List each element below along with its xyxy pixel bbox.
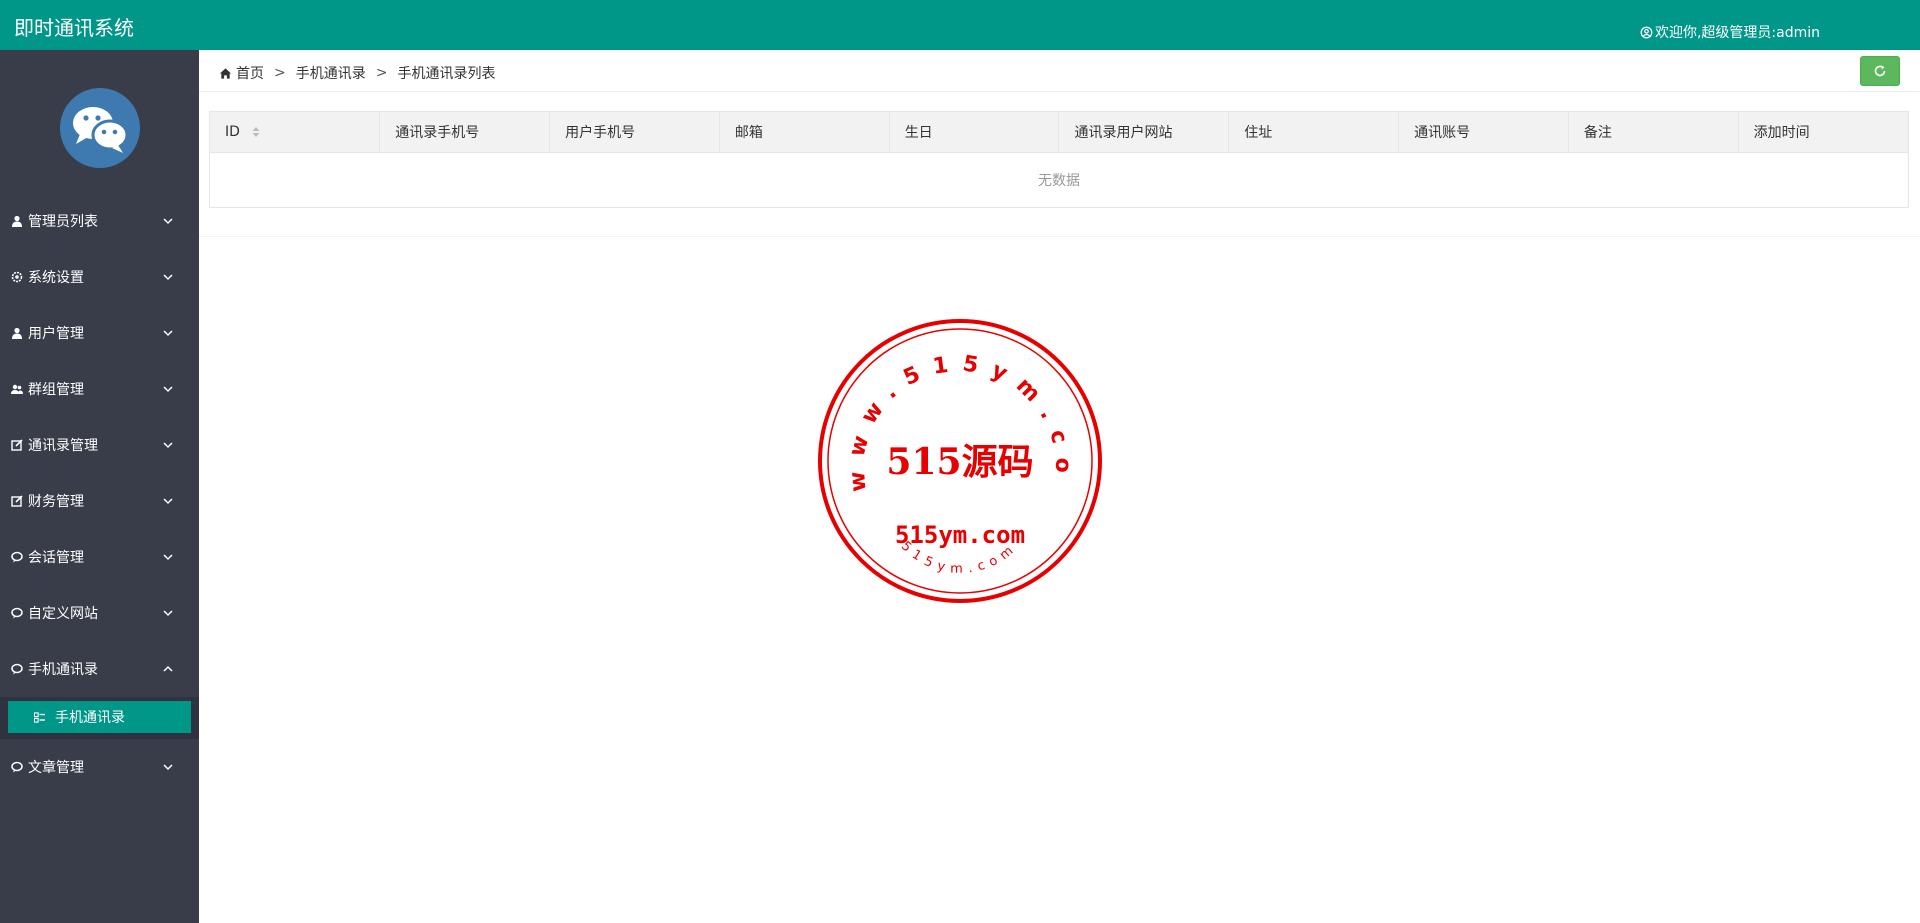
table-empty-row: 无数据 bbox=[210, 152, 1908, 207]
column-header-label: ID bbox=[225, 123, 240, 140]
sidebar-item-label: 会话管理 bbox=[28, 550, 84, 566]
chat-icon bbox=[10, 760, 24, 774]
sidebar-item-label: 群组管理 bbox=[28, 382, 84, 398]
sidebar-item-label: 财务管理 bbox=[28, 494, 84, 510]
sidebar: 管理员列表 系统设置 用户管理 群组管理 通讯录管理 财务管理 会话管理 自定义… bbox=[0, 50, 199, 923]
sidebar-nav: 管理员列表 系统设置 用户管理 群组管理 通讯录管理 财务管理 会话管理 自定义… bbox=[0, 193, 199, 795]
column-header-contact-phone: 通讯录手机号 bbox=[379, 112, 551, 153]
column-header-birthday: 生日 bbox=[889, 112, 1060, 153]
refresh-icon bbox=[1874, 65, 1886, 77]
sidebar-item-label: 通讯录管理 bbox=[28, 438, 98, 454]
breadcrumb-separator: > bbox=[375, 65, 388, 81]
column-header-id[interactable]: ID bbox=[210, 112, 381, 153]
column-header-remark: 备注 bbox=[1568, 112, 1739, 153]
watermark-center-text: 515源码 bbox=[886, 441, 1033, 483]
divider bbox=[199, 236, 1920, 237]
home-icon bbox=[219, 67, 232, 79]
contacts-table: ID 通讯录手机号 用户手机号 邮箱 生日 通讯录用户网站 住址 通讯账号 备注… bbox=[209, 111, 1909, 208]
user-icon bbox=[10, 326, 24, 340]
chevron-up-icon bbox=[163, 665, 173, 672]
welcome-user[interactable]: 欢迎你,超级管理员:admin bbox=[1640, 22, 1820, 42]
edit-icon bbox=[10, 494, 24, 508]
user-circle-icon bbox=[1640, 26, 1653, 38]
chat-icon bbox=[10, 662, 24, 676]
gear-icon bbox=[10, 270, 24, 284]
column-header-email: 邮箱 bbox=[719, 112, 890, 153]
sidebar-item-label: 用户管理 bbox=[28, 326, 84, 342]
sidebar-subitem-label: 手机通讯录 bbox=[55, 710, 125, 726]
sidebar-item-label: 自定义网站 bbox=[28, 606, 98, 622]
chevron-down-icon bbox=[163, 218, 173, 225]
chat-bubbles-icon bbox=[73, 107, 129, 153]
sidebar-subnav: 手机通讯录 bbox=[0, 697, 199, 739]
table-header-row: ID 通讯录手机号 用户手机号 邮箱 生日 通讯录用户网站 住址 通讯账号 备注… bbox=[210, 112, 1908, 153]
column-header-user-phone: 用户手机号 bbox=[549, 112, 720, 153]
users-icon bbox=[10, 382, 24, 396]
sidebar-item-user-management[interactable]: 用户管理 bbox=[0, 305, 199, 361]
app-title: 即时通讯系统 bbox=[14, 16, 134, 40]
sidebar-item-article-management[interactable]: 文章管理 bbox=[0, 739, 199, 795]
refresh-button[interactable] bbox=[1860, 56, 1900, 86]
chat-icon bbox=[10, 550, 24, 564]
sidebar-item-system-settings[interactable]: 系统设置 bbox=[0, 249, 199, 305]
sidebar-item-label: 系统设置 bbox=[28, 270, 84, 286]
column-header-address: 住址 bbox=[1228, 112, 1400, 153]
sidebar-item-label: 文章管理 bbox=[28, 760, 84, 776]
sidebar-item-session-management[interactable]: 会话管理 bbox=[0, 529, 199, 585]
empty-message: 无数据 bbox=[1038, 172, 1080, 189]
breadcrumb-level1[interactable]: 手机通讯录 bbox=[296, 63, 366, 83]
sidebar-item-custom-website[interactable]: 自定义网站 bbox=[0, 585, 199, 641]
edit-icon bbox=[10, 438, 24, 452]
column-header-added-time: 添加时间 bbox=[1738, 112, 1908, 153]
chat-icon bbox=[10, 606, 24, 620]
logo bbox=[60, 88, 140, 168]
sidebar-item-phone-contacts[interactable]: 手机通讯录 bbox=[0, 641, 199, 697]
top-header: 即时通讯系统 欢迎你,超级管理员:admin bbox=[0, 0, 1920, 50]
column-header-account: 通讯账号 bbox=[1398, 112, 1569, 153]
breadcrumb-home[interactable]: 首页 bbox=[236, 63, 264, 83]
sidebar-item-admin-list[interactable]: 管理员列表 bbox=[0, 193, 199, 249]
column-header-website: 通讯录用户网站 bbox=[1058, 112, 1230, 153]
welcome-text: 欢迎你,超级管理员:admin bbox=[1654, 25, 1820, 41]
sidebar-item-contacts-management[interactable]: 通讯录管理 bbox=[0, 417, 199, 473]
chevron-down-icon bbox=[163, 386, 173, 393]
breadcrumb-bar: 首页 > 手机通讯录 > 手机通讯录列表 bbox=[199, 50, 1920, 92]
breadcrumb-current: 手机通讯录列表 bbox=[397, 66, 496, 82]
sidebar-item-label: 手机通讯录 bbox=[28, 662, 98, 678]
breadcrumb-separator: > bbox=[274, 65, 286, 81]
sidebar-item-group-management[interactable]: 群组管理 bbox=[0, 361, 199, 417]
chevron-down-icon bbox=[163, 274, 173, 281]
sidebar-item-finance-management[interactable]: 财务管理 bbox=[0, 473, 199, 529]
chevron-down-icon bbox=[163, 330, 173, 337]
chevron-down-icon bbox=[163, 442, 173, 449]
watermark-stamp: www.515ym.com 515源码 515ym.com 515ym.com bbox=[815, 316, 1102, 603]
sidebar-item-label: 管理员列表 bbox=[28, 214, 98, 230]
breadcrumb: 首页 > 手机通讯录 > 手机通讯录列表 bbox=[219, 63, 495, 83]
sort-icon[interactable] bbox=[252, 126, 260, 138]
chevron-down-icon bbox=[163, 498, 173, 505]
sidebar-subitem-phone-contacts[interactable]: 手机通讯录 bbox=[8, 701, 191, 733]
chevron-down-icon bbox=[163, 764, 173, 771]
user-icon bbox=[10, 214, 24, 228]
list-icon bbox=[34, 711, 45, 723]
chevron-down-icon bbox=[163, 610, 173, 617]
chevron-down-icon bbox=[163, 554, 173, 561]
